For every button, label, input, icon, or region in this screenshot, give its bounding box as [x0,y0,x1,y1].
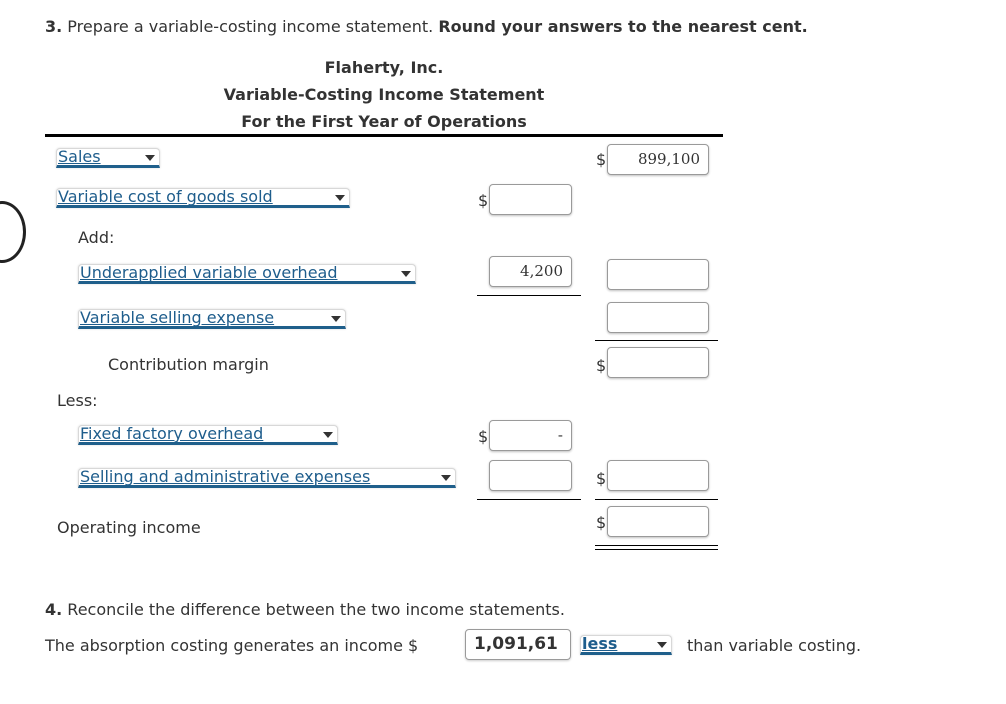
contribution-margin-input[interactable] [607,347,709,378]
side-circle-icon [0,201,26,263]
underapplied-overhead-dropdown-value: Underapplied variable overhead [80,263,338,282]
variable-selling-expense-dropdown[interactable]: Variable selling expense [78,309,346,329]
question-4-number: 4. [45,600,63,619]
statement-title: Variable-Costing Income Statement [223,85,545,104]
question-3-number: 3. [45,17,63,36]
chevron-down-icon [323,432,333,438]
question-3-prompt: 3. Prepare a variable-costing income sta… [45,17,808,36]
currency-symbol: $ [596,469,607,488]
question-4-text: Reconcile the difference between the two… [62,600,565,619]
selling-admin-expenses-dropdown-value: Selling and administrative expenses [80,467,371,486]
underapplied-overhead-amount-input[interactable]: 4,200 [489,256,572,287]
selling-admin-expenses-dropdown[interactable]: Selling and administrative expenses [78,468,456,488]
chevron-down-icon [441,475,451,481]
chevron-down-icon [335,195,345,201]
currency-symbol: $ [596,513,607,532]
currency-symbol: $ [478,191,489,210]
sales-amount-input[interactable]: 899,100 [607,144,709,175]
subtotal-rule [595,499,718,500]
sales-dropdown[interactable]: Sales [56,148,160,168]
question-3-text: Prepare a variable-costing income statem… [62,17,439,36]
variable-cogs-amount-input[interactable] [489,184,572,215]
less-label: Less: [57,391,98,410]
variable-cogs-dropdown[interactable]: Variable cost of goods sold [56,188,350,208]
reconcile-sentence-suffix: than variable costing. [687,636,862,655]
chevron-down-icon [657,642,667,648]
income-difference-input[interactable]: 1,091,61 [465,629,571,660]
sales-dropdown-value: Sales [58,147,101,166]
reconcile-sentence-prefix: The absorption costing generates an inco… [45,636,419,655]
chevron-down-icon [401,271,411,277]
fixed-factory-overhead-input[interactable]: - [489,420,572,451]
chevron-down-icon [331,316,341,322]
comparison-dropdown-value: less [582,634,618,653]
subtotal-rule [477,499,581,500]
total-fixed-expenses-input[interactable] [607,460,709,491]
currency-symbol: $ [478,427,489,446]
add-label: Add: [78,228,115,247]
question-4-prompt: 4. Reconcile the difference between the … [45,600,565,619]
subtotal-rule [595,340,718,341]
currency-symbol: $ [596,150,607,169]
operating-income-input[interactable] [607,506,709,537]
underapplied-overhead-dropdown[interactable]: Underapplied variable overhead [78,264,416,284]
selling-admin-expenses-input[interactable] [489,460,572,491]
contribution-margin-label: Contribution margin [108,355,269,374]
comparison-dropdown[interactable]: less [580,635,672,655]
operating-income-label: Operating income [57,518,201,537]
question-3-emphasis: Round your answers to the nearest cent. [438,17,808,36]
fixed-factory-overhead-dropdown[interactable]: Fixed factory overhead [78,425,338,445]
subtotal-rule [477,295,581,296]
double-total-rule [595,545,718,550]
underapplied-overhead-total-input[interactable] [607,259,709,290]
variable-selling-expense-dropdown-value: Variable selling expense [80,308,275,327]
statement-period: For the First Year of Operations [241,112,527,131]
variable-selling-expense-input[interactable] [607,302,709,333]
currency-symbol: $ [596,356,607,375]
variable-cogs-dropdown-value: Variable cost of goods sold [58,187,273,206]
chevron-down-icon [145,155,155,161]
fixed-factory-overhead-dropdown-value: Fixed factory overhead [80,424,264,443]
company-name: Flaherty, Inc. [324,58,444,77]
header-rule [45,134,723,137]
